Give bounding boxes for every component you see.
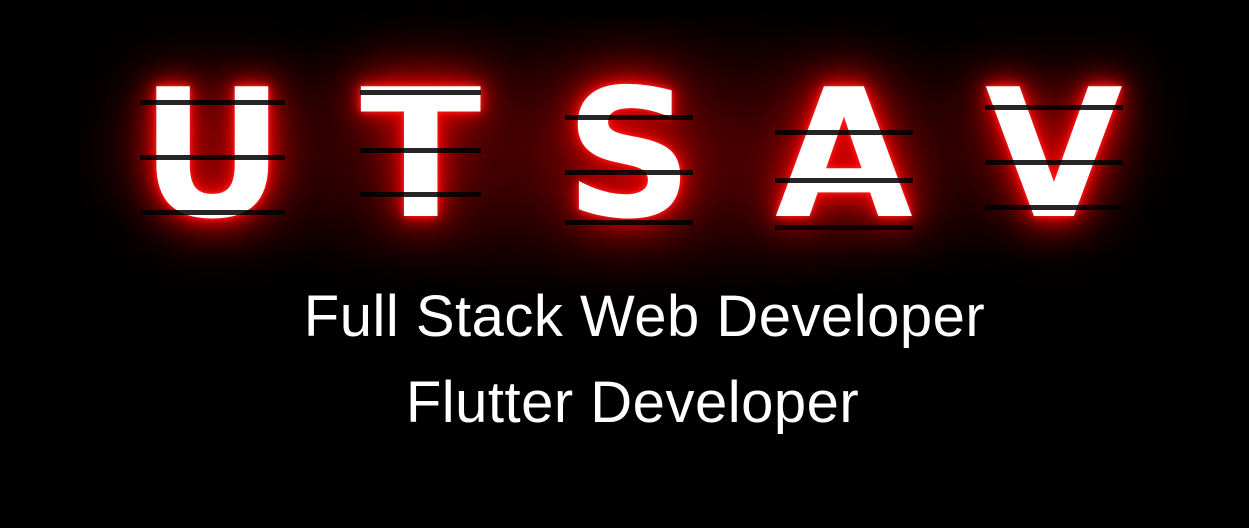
glitch-slice: [360, 192, 482, 197]
glitch-slice: [360, 148, 482, 153]
glitch-slice: [775, 178, 913, 183]
role-subtitle: Full Stack Web Developer: [303, 284, 986, 349]
glitch-slice: [565, 115, 694, 120]
glitch-slice: [775, 225, 913, 230]
glitch-slice: [985, 205, 1123, 210]
glitch-slice: [985, 160, 1123, 165]
logo-letter: V: [985, 51, 1123, 258]
glitch-slice: [985, 105, 1123, 110]
glitch-slice: [140, 155, 285, 160]
logo-letter: U: [140, 51, 285, 258]
logo-letter: T: [360, 51, 482, 258]
role-subtitle: Flutter Developer: [405, 370, 860, 435]
logo-title: U T S A V: [0, 60, 1249, 250]
glitch-slice: [140, 210, 285, 215]
logo-letter: S: [565, 51, 694, 258]
glitch-slice: [565, 220, 694, 225]
glitch-slice: [775, 130, 913, 135]
glitch-slice: [140, 100, 285, 105]
banner: U T S A V Full Stack Web Developer Flutt…: [0, 0, 1249, 528]
glitch-slice: [360, 90, 482, 95]
logo-letter: A: [775, 51, 913, 258]
glitch-slice: [565, 170, 694, 175]
